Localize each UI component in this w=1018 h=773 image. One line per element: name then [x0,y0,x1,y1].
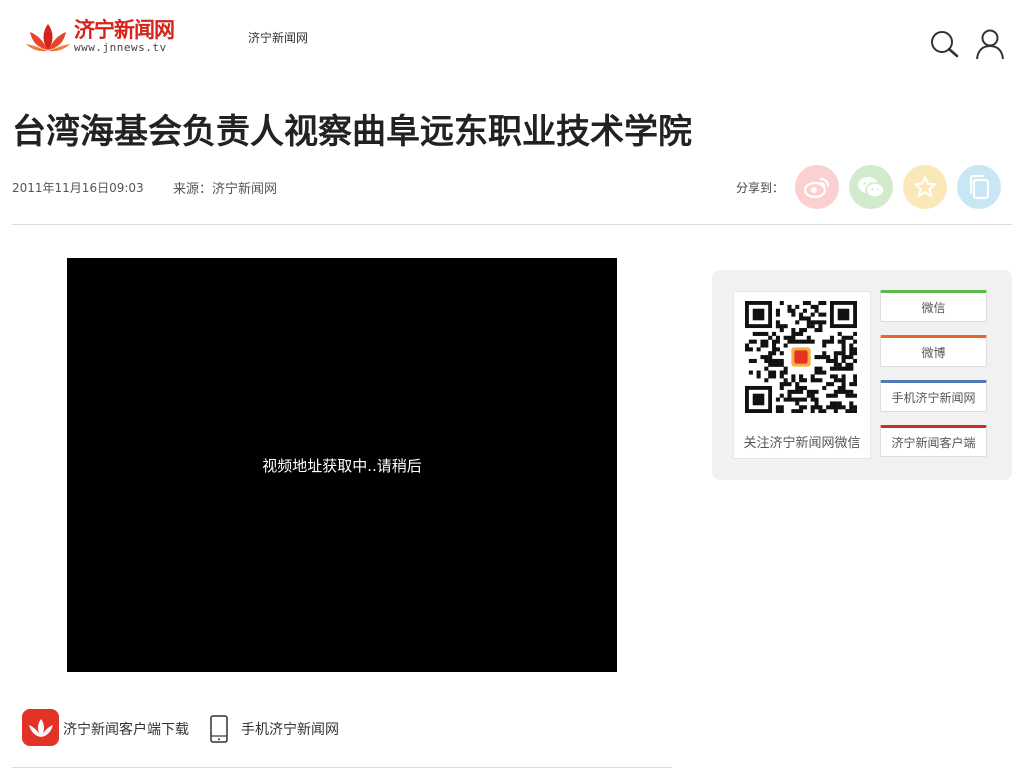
lotus-app-icon [28,718,53,737]
header-divider [12,224,1012,225]
logo-url-text: www.jnnews.tv [74,41,167,54]
panel-wechat-button[interactable]: 微信 [880,290,987,322]
share-weibo-button[interactable] [795,165,839,209]
video-player[interactable]: 视频地址获取中..请稍后 [67,258,617,672]
share-wechat-button[interactable] [849,165,893,209]
favorite-icon [914,176,936,197]
footer-divider [12,767,672,768]
qr-caption: 关注济宁新闻网微信 [743,436,861,451]
panel-app-button[interactable]: 济宁新闻客户端 [880,425,987,457]
site-logo[interactable]: 济宁新闻网 www.jnnews.tv [24,18,184,58]
qr-code-image [745,301,857,413]
logo-brand-text: 济宁新闻网 [74,18,175,42]
qr-code-card: 关注济宁新闻网微信 [733,291,871,459]
panel-mobile-site-button[interactable]: 手机济宁新闻网 [880,380,987,412]
search-icon[interactable] [929,29,959,59]
copy-icon [969,174,990,200]
weibo-icon [804,177,830,198]
article-source: 来源：济宁新闻网 [173,182,278,197]
app-icon[interactable] [22,709,59,746]
app-download-link[interactable]: 济宁新闻客户端下载 [63,719,189,739]
share-label: 分享到： [736,181,785,195]
nav-link-home[interactable]: 济宁新闻网 [248,29,308,46]
wechat-icon [858,177,885,198]
user-icon[interactable] [975,28,1005,60]
lotus-logo-icon [26,24,70,52]
article-date: 2011年11月16日09:03 [12,181,144,195]
phone-icon [210,715,228,743]
panel-weibo-button[interactable]: 微博 [880,335,987,367]
video-loading-text: 视频地址获取中..请稍后 [262,456,422,475]
share-copy-button[interactable] [957,165,1001,209]
article-title: 台湾海基会负责人视察曲阜远东职业技术学院 [12,112,692,152]
mobile-site-link[interactable]: 手机济宁新闻网 [241,719,339,739]
share-favorite-button[interactable] [903,165,947,209]
